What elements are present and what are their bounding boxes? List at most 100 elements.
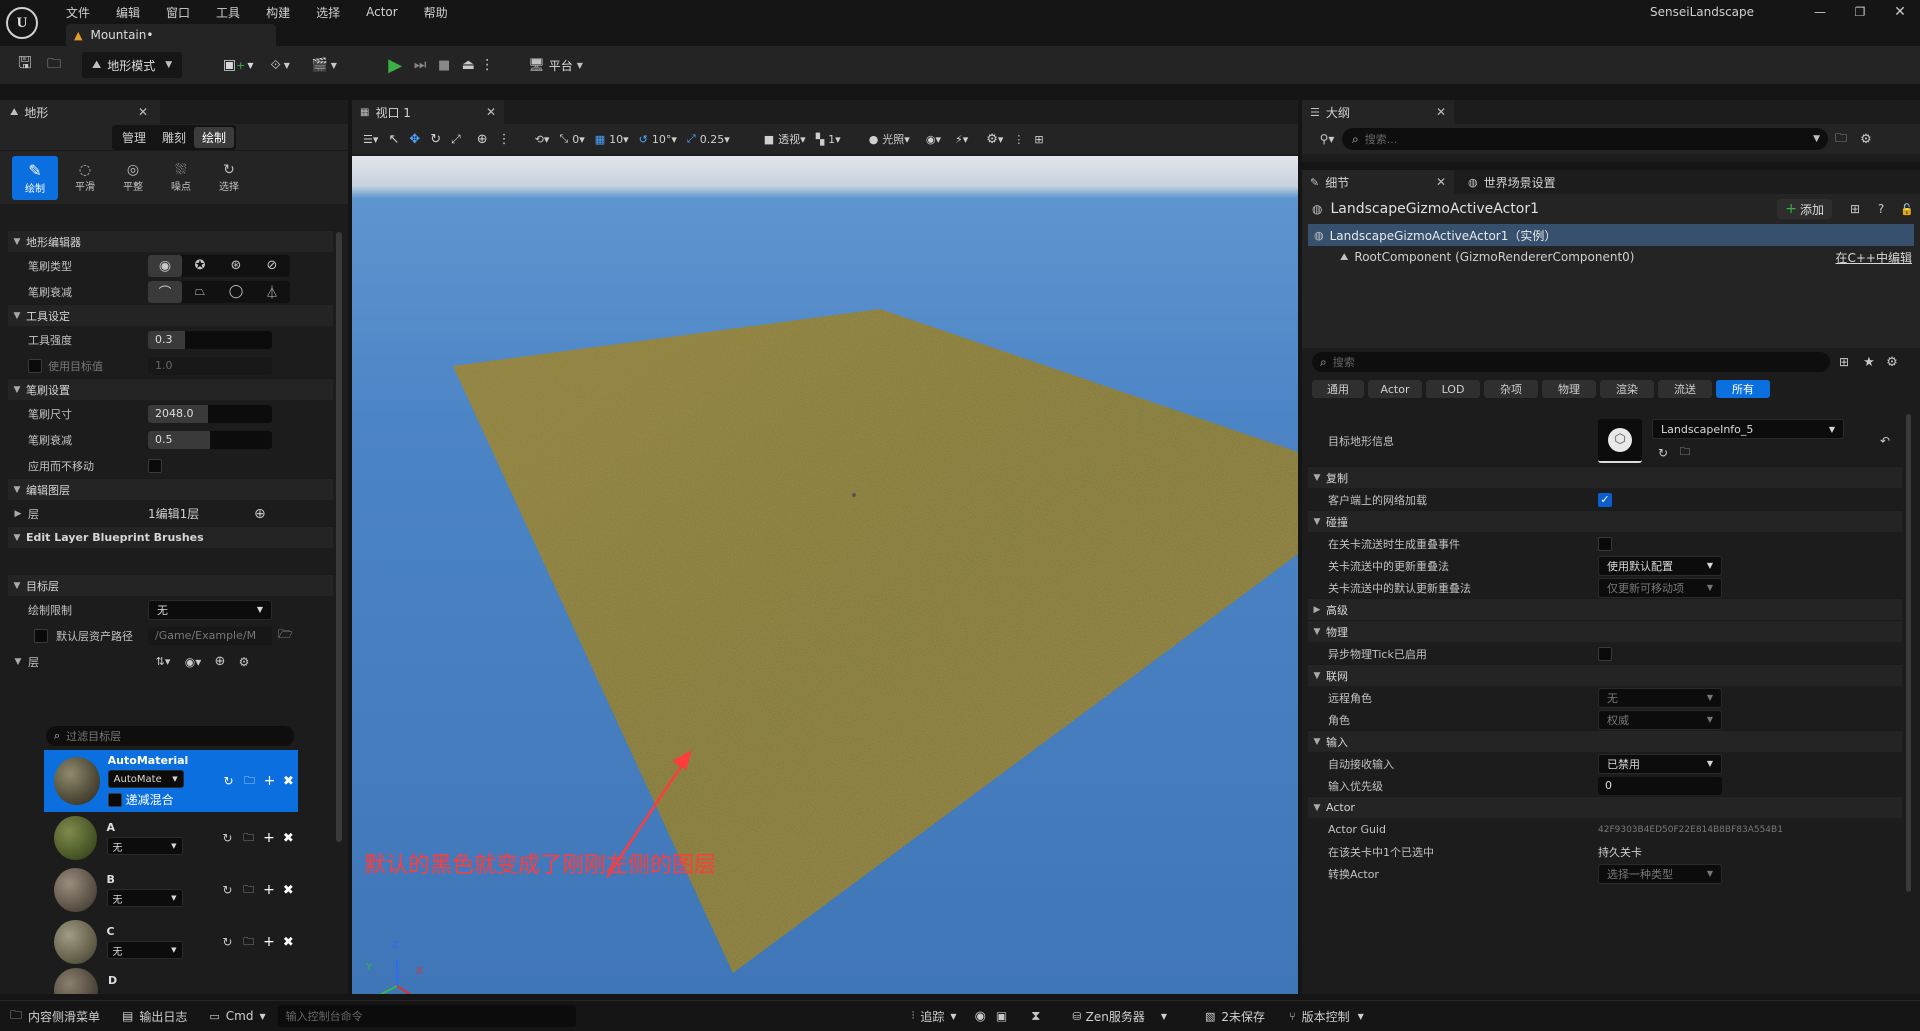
outliner-tab[interactable]: ☰ 大纲 ✕ <box>1302 100 1454 124</box>
falloff-tip-icon[interactable]: ⏃ <box>254 281 290 303</box>
component-tree-root[interactable]: ⛰ RootComponent (GizmoRendererComponent0… <box>1302 246 1920 268</box>
property-checkbox[interactable] <box>1598 536 1612 551</box>
details-section[interactable]: ▼ 碰撞 <box>1308 510 1902 532</box>
play-options-icon[interactable]: ⋮ <box>480 57 494 73</box>
falloff-smooth-icon[interactable]: ⌒ <box>148 280 182 303</box>
menu-window[interactable]: 窗口 <box>166 4 190 21</box>
viewport-tab[interactable]: ▦ 视口 1 ✕ <box>352 100 504 124</box>
add-circle-icon[interactable]: ⊕ <box>254 506 266 522</box>
property-dropdown[interactable]: 选择一种类型 ▼ <box>1598 863 1722 884</box>
brush-size-input[interactable]: 2048.0 <box>148 404 272 423</box>
section-brush-settings[interactable]: ▼ 笔刷设置 <box>8 378 333 400</box>
category-streaming[interactable]: 流送 <box>1658 380 1712 398</box>
use-target-input[interactable]: 1.0 <box>148 356 272 375</box>
target-layer-item-a[interactable]: A 无 ▼ ↻ 🗀 + ✖ <box>44 812 298 864</box>
add-icon[interactable]: + <box>259 882 278 898</box>
translate-icon[interactable]: ✥ <box>404 127 425 151</box>
timer-icon[interactable]: ⧗ <box>1031 1009 1040 1024</box>
add-actor-icon[interactable]: ▣ + ▼ <box>218 57 258 73</box>
landscape-panel-scrollbar[interactable] <box>336 232 342 842</box>
delete-icon[interactable]: ✖ <box>279 831 298 846</box>
blend-checkbox[interactable] <box>107 792 122 807</box>
outliner-settings-icon[interactable]: ⚙ <box>1854 132 1878 147</box>
category-all[interactable]: 所有 <box>1716 380 1770 398</box>
menu-file[interactable]: 文件 <box>66 4 90 21</box>
camera-speed-dropdown[interactable]: ▚ 1 ▾ <box>811 127 846 151</box>
details-section[interactable]: ▼ 复制 <box>1308 466 1902 488</box>
menu-tools[interactable]: 工具 <box>216 4 240 21</box>
filter-icon[interactable]: ⚲▾ <box>1312 132 1342 146</box>
category-physics[interactable]: 物理 <box>1542 380 1596 398</box>
details-search[interactable]: ⌕ 搜索 <box>1312 352 1830 372</box>
grid-snap[interactable]: ▦ 10 ▾ <box>590 127 634 151</box>
brush-falloff-input[interactable]: 0.5 <box>148 430 272 449</box>
viewport-options-icon[interactable]: ☰▾ <box>358 127 383 151</box>
reset-icon[interactable]: ↻ <box>217 935 238 949</box>
angle-snap[interactable]: ↺ 10° ▾ <box>634 127 682 151</box>
expand-arrow-icon[interactable]: ▼ <box>8 657 28 667</box>
menu-help[interactable]: 帮助 <box>424 4 448 21</box>
add-icon[interactable]: + <box>260 773 279 789</box>
layer-info-dropdown[interactable]: 无 ▼ <box>106 889 183 907</box>
brush-alpha-icon[interactable]: ✪ <box>182 255 218 277</box>
subtab-paint[interactable]: 绘制 <box>194 126 235 148</box>
console-input[interactable]: 输入控制台命令 <box>277 1005 576 1027</box>
lighting-dropdown[interactable]: ● 光照 ▾ <box>864 127 915 151</box>
layer-filter[interactable]: ⌕ 过滤目标层 <box>46 726 294 746</box>
section-edit-layers[interactable]: ▼ 编辑图层 <box>8 478 333 500</box>
eject-icon[interactable]: ⏏ <box>456 57 480 73</box>
step-icon[interactable]: ⏭ <box>408 57 432 73</box>
browse-asset-icon[interactable]: 🗀 <box>239 772 260 791</box>
layout-icon[interactable]: ⊞ <box>1029 127 1048 151</box>
level-tab[interactable]: ▲ Mountain• <box>66 24 276 46</box>
settings-dropdown[interactable]: ⚙ ▾ <box>981 127 1008 151</box>
category-misc[interactable]: 杂项 <box>1484 380 1538 398</box>
output-log-button[interactable]: ▤ 输出日志 <box>122 1008 187 1025</box>
details-settings-icon[interactable]: ⚙ <box>1880 355 1904 370</box>
add-icon[interactable]: + <box>259 830 278 846</box>
browse-icon[interactable]: 🗀 <box>38 53 70 77</box>
show-dropdown[interactable]: ◉ ▾ <box>921 127 946 151</box>
apply-no-move-checkbox[interactable] <box>148 458 162 473</box>
source-control-dropdown[interactable]: ⑂ 版本控制 ▼ <box>1289 1008 1364 1025</box>
details-section[interactable]: ▼ 输入 <box>1308 730 1902 752</box>
favorite-star-icon[interactable]: ★ <box>1858 355 1880 370</box>
reset-icon[interactable]: ↻ <box>217 831 238 845</box>
target-layer-item-automaterial[interactable]: AutoMaterial AutoMate ▼ 递减混合 ↻ 🗀 + ✖ <box>44 750 298 812</box>
property-dropdown[interactable]: 无 ▼ <box>1598 687 1722 708</box>
property-dropdown[interactable]: 已禁用 ▼ <box>1598 753 1722 774</box>
layer-info-dropdown[interactable]: AutoMate ▼ <box>107 770 184 788</box>
property-dropdown[interactable]: 使用默认配置 ▼ <box>1598 555 1722 576</box>
add-icon[interactable]: + <box>259 934 278 950</box>
close-window-icon[interactable]: ✕ <box>1880 4 1920 20</box>
viewport-scene[interactable]: 默认的黑色就变成了刚刚左侧的图层 Z X Y <box>352 156 1298 994</box>
brush-component-icon[interactable]: ⊘ <box>254 255 290 277</box>
surface-snap-icon[interactable]: ⟲▾ <box>530 127 555 151</box>
platform-dropdown[interactable]: 🖥 平台 ▼ <box>528 57 583 74</box>
restore-icon[interactable]: ❐ <box>1840 5 1880 19</box>
default-layer-path-input[interactable]: /Game/Example/M <box>148 626 272 645</box>
close-icon[interactable]: ✕ <box>1436 175 1446 189</box>
save-icon[interactable]: 🖫 <box>12 52 38 79</box>
content-drawer-button[interactable]: 🗀 内容侧滑菜单 <box>10 1006 100 1027</box>
delete-icon[interactable]: ✖ <box>279 935 298 950</box>
mode-dropdown[interactable]: ⛰ 地形模式 ▼ <box>82 52 183 78</box>
target-landscape-dropdown[interactable]: LandscapeInfo_5 ▼ <box>1652 419 1844 439</box>
layer-settings-icon[interactable]: ⚙ <box>232 655 256 669</box>
world-settings-tab[interactable]: ◍ 世界场景设置 <box>1454 174 1556 191</box>
target-layer-item-d[interactable]: D <box>44 968 298 994</box>
target-layer-item-c[interactable]: C 无 ▼ ↻ 🗀 + ✖ <box>44 916 298 968</box>
details-section[interactable]: ▼ Actor <box>1308 796 1902 818</box>
property-dropdown[interactable]: 权威 ▼ <box>1598 709 1722 730</box>
tool-select[interactable]: ↻ 选择 <box>205 156 253 200</box>
unsaved-button[interactable]: ▧ 2未保存 <box>1205 1008 1265 1025</box>
reset-to-default-icon[interactable]: ↶ <box>1880 434 1890 448</box>
falloff-spherical-icon[interactable]: ◯ <box>218 281 254 303</box>
reset-icon[interactable]: ↻ <box>218 774 239 788</box>
falloff-linear-icon[interactable]: ⏢ <box>182 281 218 303</box>
browse-asset-icon[interactable]: 🗀 <box>1674 443 1696 462</box>
screenshot-icon[interactable]: ▣ <box>996 1009 1007 1023</box>
browse-asset-icon[interactable]: 🗀 <box>238 933 259 952</box>
tool-flatten[interactable]: ◎ 平整 <box>109 156 157 200</box>
tool-paint[interactable]: ✎ 绘制 <box>12 155 58 200</box>
